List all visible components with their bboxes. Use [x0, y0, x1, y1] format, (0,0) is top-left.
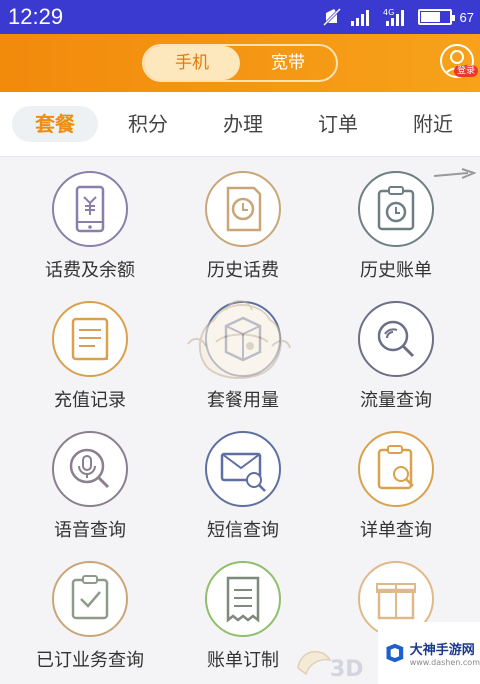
- brand-url: www.dashen.com: [409, 658, 480, 667]
- tab-handle[interactable]: 办理: [203, 106, 283, 142]
- tab-nearby[interactable]: 附近: [393, 106, 473, 142]
- data-query-icon: [358, 301, 434, 377]
- status-bar: 12:29 4G 67: [0, 0, 480, 34]
- segment-broadband[interactable]: 宽带: [240, 46, 336, 80]
- grid-item-subscribed-service[interactable]: 已订业务查询: [15, 560, 165, 684]
- segment-switch: 手机 宽带: [142, 44, 338, 82]
- grid-label: 详单查询: [360, 520, 432, 541]
- grid-item-recharge-record[interactable]: 充值记录: [15, 300, 165, 430]
- tab-bar: 套餐 积分 办理 订单 附近: [0, 92, 480, 156]
- status-icons: 4G 67: [322, 6, 474, 28]
- tab-divider: [0, 156, 480, 157]
- no-sim-icon: [322, 7, 341, 27]
- brand-logo-icon: [386, 643, 404, 663]
- grid-item-data-query[interactable]: 流量查询: [321, 300, 471, 430]
- signal-icon: [350, 10, 369, 26]
- tab-points[interactable]: 积分: [108, 106, 188, 142]
- grid-item-sms-query[interactable]: 短信查询: [168, 430, 318, 560]
- segment-mobile[interactable]: 手机: [144, 46, 240, 80]
- grid-label: 流量查询: [360, 390, 432, 411]
- svg-text:4G: 4G: [383, 8, 394, 17]
- subscribed-service-icon: [52, 561, 128, 637]
- grid-item-voice-query[interactable]: 语音查询: [15, 430, 165, 560]
- status-time: 12:29: [8, 4, 64, 29]
- grid-label: 语音查询: [54, 520, 126, 541]
- grid-item-history-fee[interactable]: 历史话费: [168, 170, 318, 300]
- grid-item-detail-query[interactable]: 详单查询: [321, 430, 471, 560]
- grid-label: 套餐用量: [207, 390, 279, 411]
- grid-label: 短信查询: [207, 520, 279, 541]
- tab-orders[interactable]: 订单: [298, 106, 378, 142]
- login-badge[interactable]: 登录: [453, 65, 478, 77]
- grid-label: 已订业务查询: [36, 650, 144, 671]
- grid-label: 充值记录: [54, 390, 126, 411]
- battery-text: 67: [459, 9, 474, 25]
- recharge-record-icon: [52, 301, 128, 377]
- bill-custom-icon: [205, 561, 281, 637]
- brand-watermark: 大神手游网 www.dashen.com: [378, 622, 480, 684]
- battery-icon: [417, 9, 455, 25]
- tab-package[interactable]: 套餐: [12, 106, 98, 142]
- grid-item-balance[interactable]: 话费及余额: [15, 170, 165, 300]
- grid-item-history-bill[interactable]: 历史账单: [321, 170, 471, 300]
- grid-label: 历史话费: [207, 260, 279, 281]
- watermark-text: 3D: [330, 657, 364, 682]
- history-fee-icon: [205, 171, 281, 247]
- phone-balance-icon: [52, 171, 128, 247]
- watermark-3d-logo: 3D: [297, 650, 364, 682]
- header-bar: 手机 宽带 登录: [0, 34, 480, 92]
- brand-name: 大神手游网: [409, 643, 475, 658]
- detail-query-icon: [358, 431, 434, 507]
- battery-level: [420, 12, 440, 22]
- voice-query-icon: [52, 431, 128, 507]
- history-bill-icon: [358, 171, 434, 247]
- grid-label: 话费及余额: [45, 260, 135, 281]
- signal-4g-icon: 4G: [383, 8, 404, 26]
- mascot-watermark-icon: [187, 300, 291, 379]
- sms-query-icon: [205, 431, 281, 507]
- grid-label: 历史账单: [360, 260, 432, 281]
